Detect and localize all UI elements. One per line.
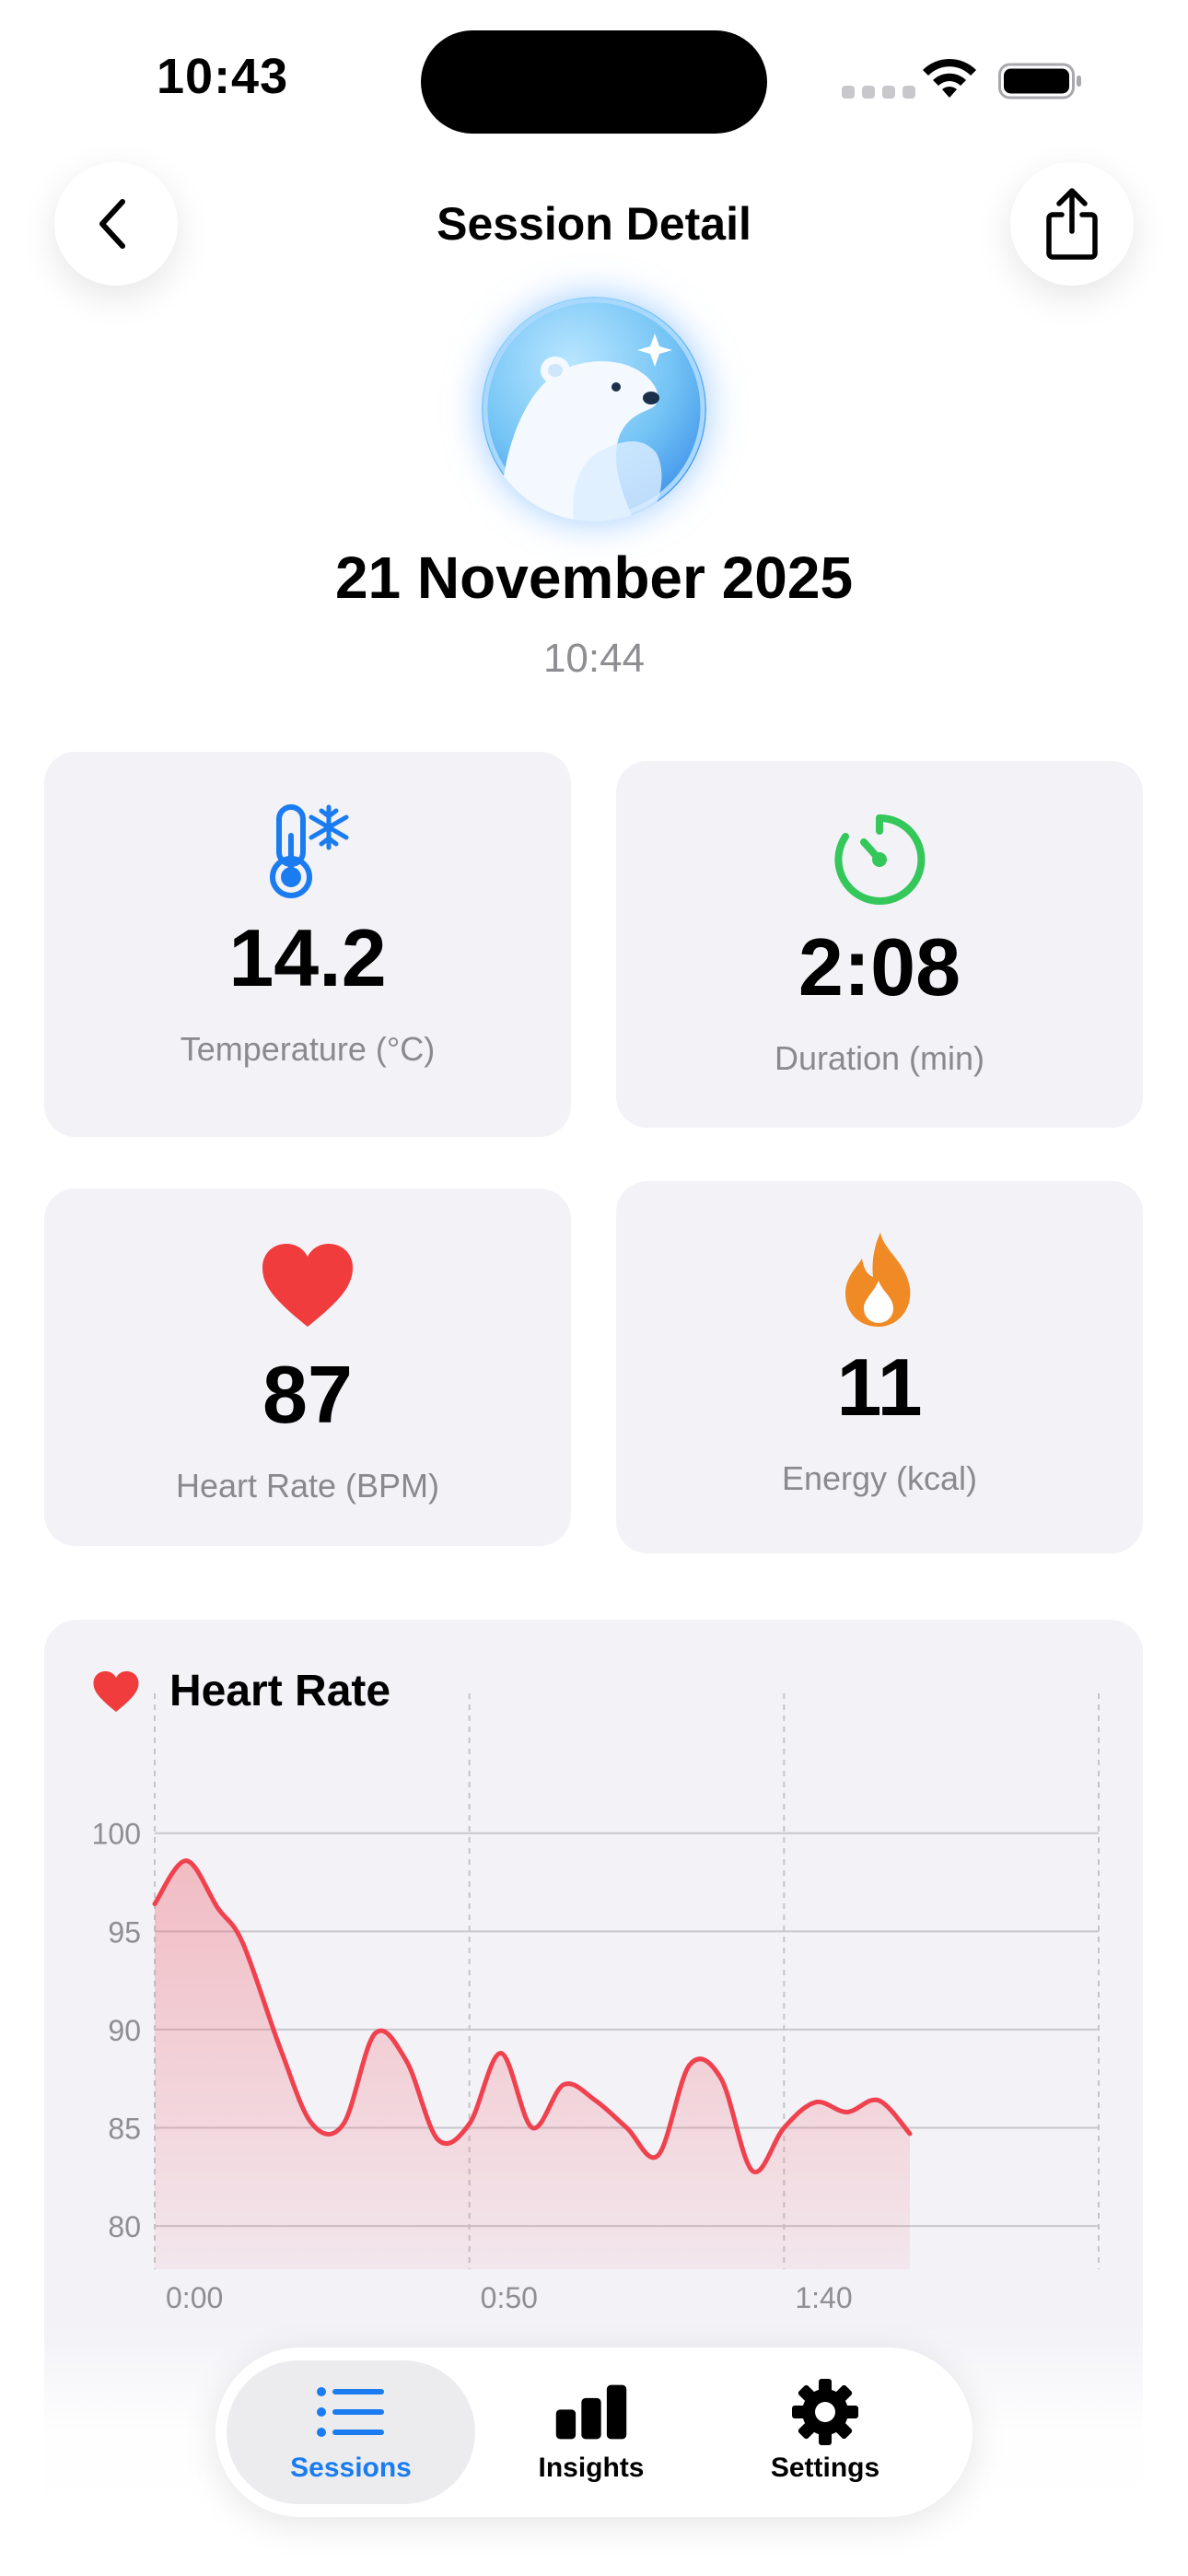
y-tick-label: 95: [108, 1915, 141, 1949]
share-button[interactable]: [1010, 162, 1134, 286]
heart-icon: [257, 1236, 358, 1338]
session-date: 21 November 2025: [334, 544, 854, 611]
tab-insights-label: Insights: [538, 2453, 645, 2483]
duration-value: 2:08: [798, 921, 961, 1013]
session-time: 10:44: [542, 636, 646, 681]
temperature-label: Temperature (°C): [180, 1030, 436, 1068]
x-tick-label: 1:40: [795, 2281, 852, 2314]
status-time: 10:43: [157, 49, 289, 104]
heart-rate-label: Heart Rate (BPM): [175, 1467, 440, 1505]
duration-label: Duration (min): [774, 1039, 985, 1077]
y-tick-label: 80: [108, 2210, 141, 2243]
y-tick-label: 100: [92, 1818, 141, 1851]
y-tick-label: 90: [108, 2014, 141, 2047]
tab-settings[interactable]: Settings: [719, 2348, 931, 2517]
wifi-icon: [923, 58, 976, 98]
duration-card: 2:08 Duration (min): [616, 761, 1143, 1128]
x-tick-label: 0:50: [481, 2281, 538, 2314]
timer-icon: [829, 809, 930, 910]
temperature-value: 14.2: [228, 912, 387, 1003]
tab-settings-label: Settings: [770, 2453, 880, 2483]
battery-icon: [998, 63, 1081, 100]
heart-rate-value: 87: [262, 1349, 353, 1440]
energy-label: Energy (kcal): [781, 1459, 978, 1497]
polar-bear-avatar: [482, 297, 706, 521]
tab-sessions-label: Sessions: [290, 2453, 412, 2483]
list-icon: [314, 2381, 388, 2443]
temperature-card: 14.2 Temperature (°C): [44, 752, 571, 1137]
tab-bar: Sessions Insights Settings: [215, 2348, 973, 2517]
tab-sessions[interactable]: Sessions: [227, 2360, 475, 2504]
chart-title: Heart Rate: [169, 1667, 391, 1715]
energy-value: 11: [836, 1341, 923, 1433]
heart-icon: [93, 1670, 139, 1712]
dynamic-island: [421, 30, 767, 134]
session-detail-screen: 10:43 Session Detail 21 November 2025 10…: [0, 0, 1188, 2576]
tab-insights[interactable]: Insights: [485, 2348, 697, 2517]
chart-header: Heart Rate: [90, 1666, 390, 1716]
heart-rate-card: 87 Heart Rate (BPM): [44, 1188, 571, 1546]
cellular-signal-icon: [842, 86, 915, 99]
energy-card: 11 Energy (kcal): [616, 1181, 1143, 1553]
gear-icon: [788, 2379, 862, 2445]
y-tick-label: 85: [108, 2113, 141, 2146]
bar-chart-icon: [554, 2381, 628, 2443]
share-icon: [1046, 188, 1098, 260]
flame-icon: [829, 1229, 930, 1330]
heart-rate-area: [155, 1860, 910, 2269]
x-tick-label: 0:00: [166, 2281, 223, 2314]
thermometer-snowflake-icon: [257, 800, 358, 901]
